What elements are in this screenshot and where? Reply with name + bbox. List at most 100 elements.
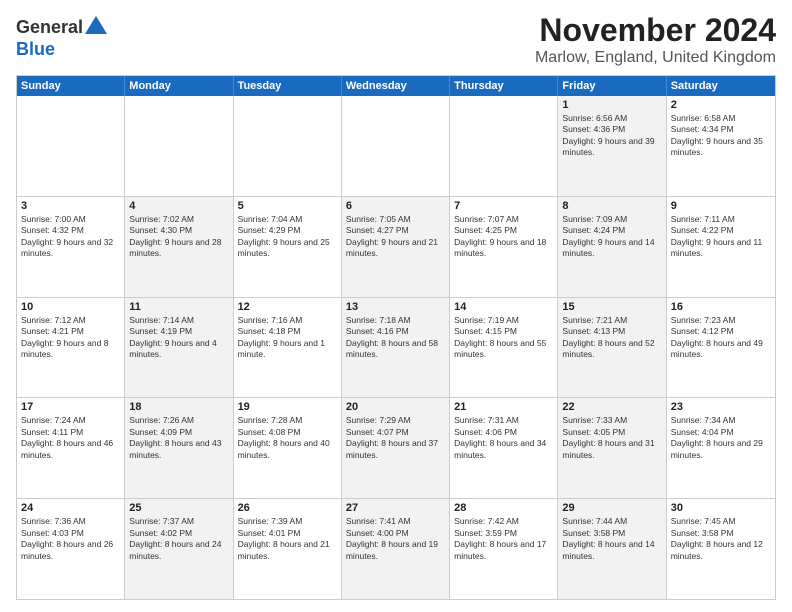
calendar-cell <box>450 96 558 196</box>
calendar-row: 10 Sunrise: 7:12 AM Sunset: 4:21 PM Dayli… <box>17 297 775 398</box>
day-info: Sunrise: 7:41 AM Sunset: 4:00 PM Dayligh… <box>346 516 445 562</box>
day-number: 16 <box>671 301 771 313</box>
day-number: 20 <box>346 401 445 413</box>
day-info: Sunrise: 7:12 AM Sunset: 4:21 PM Dayligh… <box>21 315 120 361</box>
calendar-cell: 18 Sunrise: 7:26 AM Sunset: 4:09 PM Dayli… <box>125 398 233 498</box>
calendar-cell: 6Sunrise: 7:05 AM Sunset: 4:27 PM Daylig… <box>342 197 450 297</box>
calendar-cell <box>342 96 450 196</box>
day-info: Sunrise: 7:34 AM Sunset: 4:04 PM Dayligh… <box>671 415 771 461</box>
day-info: Sunrise: 7:33 AM Sunset: 4:05 PM Dayligh… <box>562 415 661 461</box>
day-number: 10 <box>21 301 120 313</box>
day-number: 1 <box>562 99 661 111</box>
day-info: Sunrise: 7:02 AM Sunset: 4:30 PM Dayligh… <box>129 214 228 260</box>
day-info: Sunrise: 7:23 AM Sunset: 4:12 PM Dayligh… <box>671 315 771 361</box>
day-number: 17 <box>21 401 120 413</box>
calendar-cell: 15 Sunrise: 7:21 AM Sunset: 4:13 PM Dayli… <box>558 298 666 398</box>
day-info: Sunrise: 7:07 AM Sunset: 4:25 PM Dayligh… <box>454 214 553 260</box>
calendar-row: 17Sunrise: 7:24 AM Sunset: 4:11 PM Dayli… <box>17 397 775 498</box>
day-info: Sunrise: 7:39 AM Sunset: 4:01 PM Dayligh… <box>238 516 337 562</box>
day-number: 4 <box>129 200 228 212</box>
calendar-cell <box>234 96 342 196</box>
calendar-cell: 11 Sunrise: 7:14 AM Sunset: 4:19 PM Dayli… <box>125 298 233 398</box>
day-number: 7 <box>454 200 553 212</box>
calendar-cell: 30Sunrise: 7:45 AM Sunset: 3:58 PM Dayli… <box>667 499 775 599</box>
logo-general-text: General <box>16 17 83 38</box>
day-info: Sunrise: 7:28 AM Sunset: 4:08 PM Dayligh… <box>238 415 337 461</box>
logo-blue-text: Blue <box>16 39 55 60</box>
calendar-cell: 17Sunrise: 7:24 AM Sunset: 4:11 PM Dayli… <box>17 398 125 498</box>
day-number: 8 <box>562 200 661 212</box>
calendar-header-day: Monday <box>125 76 233 96</box>
calendar-cell: 23 Sunrise: 7:34 AM Sunset: 4:04 PM Dayli… <box>667 398 775 498</box>
day-number: 26 <box>238 502 337 514</box>
day-info: Sunrise: 7:31 AM Sunset: 4:06 PM Dayligh… <box>454 415 553 461</box>
day-number: 18 <box>129 401 228 413</box>
day-info: Sunrise: 7:36 AM Sunset: 4:03 PM Dayligh… <box>21 516 120 562</box>
logo-blue-row: Blue <box>16 39 55 60</box>
calendar-row: 24 Sunrise: 7:36 AM Sunset: 4:03 PM Dayli… <box>17 498 775 599</box>
calendar-cell: 2Sunrise: 6:58 AM Sunset: 4:34 PM Daylig… <box>667 96 775 196</box>
day-info: Sunrise: 7:21 AM Sunset: 4:13 PM Dayligh… <box>562 315 661 361</box>
day-info: Sunrise: 6:58 AM Sunset: 4:34 PM Dayligh… <box>671 113 771 159</box>
calendar-cell: 7 Sunrise: 7:07 AM Sunset: 4:25 PM Daylig… <box>450 197 558 297</box>
day-number: 28 <box>454 502 553 514</box>
calendar-cell: 13 Sunrise: 7:18 AM Sunset: 4:16 PM Dayli… <box>342 298 450 398</box>
day-info: Sunrise: 6:56 AM Sunset: 4:36 PM Dayligh… <box>562 113 661 159</box>
day-number: 3 <box>21 200 120 212</box>
day-number: 13 <box>346 301 445 313</box>
calendar-cell: 9 Sunrise: 7:11 AM Sunset: 4:22 PM Daylig… <box>667 197 775 297</box>
calendar-header-day: Friday <box>558 76 666 96</box>
day-info: Sunrise: 7:26 AM Sunset: 4:09 PM Dayligh… <box>129 415 228 461</box>
day-number: 24 <box>21 502 120 514</box>
day-info: Sunrise: 7:44 AM Sunset: 3:58 PM Dayligh… <box>562 516 661 562</box>
calendar-cell: 5 Sunrise: 7:04 AM Sunset: 4:29 PM Daylig… <box>234 197 342 297</box>
day-number: 27 <box>346 502 445 514</box>
calendar-cell: 29 Sunrise: 7:44 AM Sunset: 3:58 PM Dayli… <box>558 499 666 599</box>
day-number: 19 <box>238 401 337 413</box>
day-number: 21 <box>454 401 553 413</box>
calendar-cell <box>17 96 125 196</box>
day-number: 15 <box>562 301 661 313</box>
header: General Blue November 2024 Marlow, Engla… <box>16 12 776 67</box>
day-info: Sunrise: 7:11 AM Sunset: 4:22 PM Dayligh… <box>671 214 771 260</box>
day-number: 5 <box>238 200 337 212</box>
day-number: 11 <box>129 301 228 313</box>
day-number: 29 <box>562 502 661 514</box>
day-info: Sunrise: 7:14 AM Sunset: 4:19 PM Dayligh… <box>129 315 228 361</box>
day-info: Sunrise: 7:16 AM Sunset: 4:18 PM Dayligh… <box>238 315 337 361</box>
day-number: 22 <box>562 401 661 413</box>
calendar-cell: 21 Sunrise: 7:31 AM Sunset: 4:06 PM Dayli… <box>450 398 558 498</box>
page: General Blue November 2024 Marlow, Engla… <box>0 0 792 612</box>
calendar-row: 1 Sunrise: 6:56 AM Sunset: 4:36 PM Daylig… <box>17 96 775 196</box>
logo-triangle-icon <box>85 16 107 34</box>
calendar-cell: 25Sunrise: 7:37 AM Sunset: 4:02 PM Dayli… <box>125 499 233 599</box>
calendar-cell: 12 Sunrise: 7:16 AM Sunset: 4:18 PM Dayli… <box>234 298 342 398</box>
calendar-header-day: Wednesday <box>342 76 450 96</box>
day-number: 23 <box>671 401 771 413</box>
calendar-cell: 28 Sunrise: 7:42 AM Sunset: 3:59 PM Dayli… <box>450 499 558 599</box>
calendar-cell: 8Sunrise: 7:09 AM Sunset: 4:24 PM Daylig… <box>558 197 666 297</box>
calendar-header-day: Tuesday <box>234 76 342 96</box>
calendar-cell: 20Sunrise: 7:29 AM Sunset: 4:07 PM Dayli… <box>342 398 450 498</box>
calendar-cell <box>125 96 233 196</box>
calendar-header-day: Saturday <box>667 76 775 96</box>
calendar-row: 3 Sunrise: 7:00 AM Sunset: 4:32 PM Daylig… <box>17 196 775 297</box>
title-section: November 2024 Marlow, England, United Ki… <box>535 12 776 67</box>
day-info: Sunrise: 7:04 AM Sunset: 4:29 PM Dayligh… <box>238 214 337 260</box>
calendar-cell: 10 Sunrise: 7:12 AM Sunset: 4:21 PM Dayli… <box>17 298 125 398</box>
calendar-header: SundayMondayTuesdayWednesdayThursdayFrid… <box>17 76 775 96</box>
day-number: 14 <box>454 301 553 313</box>
main-title: November 2024 <box>535 12 776 49</box>
calendar-cell: 3 Sunrise: 7:00 AM Sunset: 4:32 PM Daylig… <box>17 197 125 297</box>
day-number: 12 <box>238 301 337 313</box>
day-info: Sunrise: 7:19 AM Sunset: 4:15 PM Dayligh… <box>454 315 553 361</box>
calendar-cell: 16 Sunrise: 7:23 AM Sunset: 4:12 PM Dayli… <box>667 298 775 398</box>
calendar-cell: 4 Sunrise: 7:02 AM Sunset: 4:30 PM Daylig… <box>125 197 233 297</box>
day-number: 9 <box>671 200 771 212</box>
day-info: Sunrise: 7:00 AM Sunset: 4:32 PM Dayligh… <box>21 214 120 260</box>
day-info: Sunrise: 7:18 AM Sunset: 4:16 PM Dayligh… <box>346 315 445 361</box>
subtitle: Marlow, England, United Kingdom <box>535 49 776 67</box>
calendar-cell: 14 Sunrise: 7:19 AM Sunset: 4:15 PM Dayli… <box>450 298 558 398</box>
day-info: Sunrise: 7:42 AM Sunset: 3:59 PM Dayligh… <box>454 516 553 562</box>
calendar-cell: 26 Sunrise: 7:39 AM Sunset: 4:01 PM Dayli… <box>234 499 342 599</box>
